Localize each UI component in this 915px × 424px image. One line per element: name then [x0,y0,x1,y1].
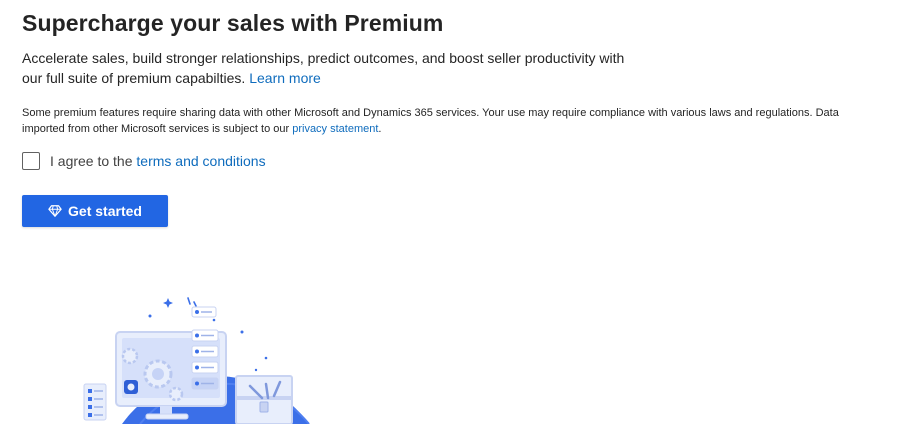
learn-more-link[interactable]: Learn more [249,70,321,86]
page-description: Accelerate sales, build stronger relatio… [22,49,642,88]
agreement-prefix: I agree to the [50,153,137,169]
terms-agreement-row: I agree to the terms and conditions [22,151,266,171]
premium-illustration [83,297,310,424]
page-title: Supercharge your sales with Premium [22,10,444,36]
terms-and-conditions-link[interactable]: terms and conditions [136,153,265,169]
get-started-label: Get started [68,203,142,219]
disclaimer-text: Some premium features require sharing da… [22,107,839,135]
premium-page: Supercharge your sales with Premium Acce… [0,0,915,424]
get-started-button[interactable]: Get started [22,195,168,227]
disclaimer-suffix: . [378,123,382,135]
data-sharing-disclaimer: Some premium features require sharing da… [22,105,862,137]
privacy-statement-link[interactable]: privacy statement [292,123,378,135]
terms-agreement-label: I agree to the terms and conditions [50,153,266,169]
terms-checkbox[interactable] [22,152,40,170]
description-text: Accelerate sales, build stronger relatio… [22,50,625,86]
diamond-icon [48,205,62,217]
